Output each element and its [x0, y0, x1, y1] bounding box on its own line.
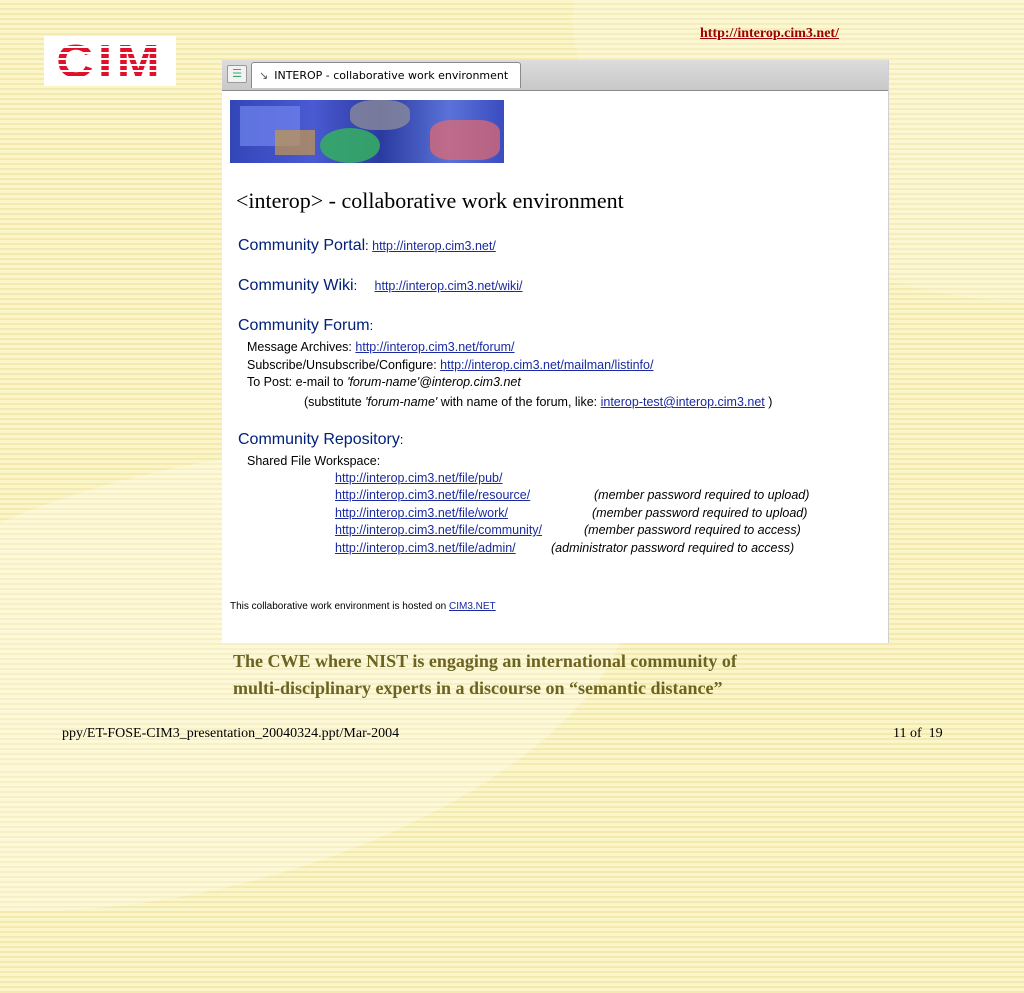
file-row: http://interop.cim3.net/file/admin/ (adm…: [335, 541, 794, 555]
forum-heading-row: Community Forum:: [238, 317, 374, 334]
forum-example-link[interactable]: interop-test@interop.cim3.net: [601, 395, 765, 409]
file-link[interactable]: http://interop.cim3.net/file/admin/: [335, 541, 516, 555]
page-icon[interactable]: ☰: [227, 65, 247, 83]
file-note: (member password required to access): [584, 523, 801, 537]
file-row: http://interop.cim3.net/file/work/ (memb…: [335, 506, 807, 520]
cim3-link[interactable]: CIM3.NET: [449, 601, 496, 612]
logo-text: CIM: [56, 36, 164, 86]
portal-heading: Community Portal: [238, 237, 366, 254]
slide-caption: The CWE where NIST is engaging an intern…: [233, 648, 893, 702]
forum-substitute-row: (substitute 'forum-name' with name of th…: [304, 395, 773, 409]
site-banner-image: [230, 100, 504, 163]
wiki-row: Community Wiki: http://interop.cim3.net/…: [238, 277, 523, 294]
browser-window: ☰ ↘ INTEROP - collaborative work environ…: [222, 60, 889, 643]
file-note: (member password required to upload): [592, 506, 808, 520]
portal-row: Community Portal: http://interop.cim3.ne…: [238, 237, 496, 254]
file-link[interactable]: http://interop.cim3.net/file/pub/: [335, 471, 502, 485]
forum-archives-row: Message Archives: http://interop.cim3.ne…: [247, 340, 515, 354]
hosted-notice: This collaborative work environment is h…: [230, 601, 496, 612]
repository-heading: Community Repository: [238, 431, 400, 448]
file-note: (administrator password required to acce…: [551, 541, 795, 555]
top-url-link[interactable]: http://interop.cim3.net/: [700, 26, 839, 42]
forum-subscribe-row: Subscribe/Unsubscribe/Configure: http://…: [247, 358, 654, 372]
forum-post-row: To Post: e-mail to 'forum-name'@interop.…: [247, 375, 521, 389]
repository-heading-row: Community Repository:: [238, 431, 404, 448]
browser-tab[interactable]: ↘ INTEROP - collaborative work environme…: [251, 62, 521, 88]
file-row: http://interop.cim3.net/file/community/ …: [335, 523, 801, 537]
workspace-label: Shared File Workspace:: [247, 454, 381, 468]
portal-link[interactable]: http://interop.cim3.net/: [372, 239, 496, 253]
caption-line: The CWE where NIST is engaging an intern…: [233, 651, 737, 671]
caption-line: multi-disciplinary experts in a discours…: [233, 678, 723, 698]
file-link[interactable]: http://interop.cim3.net/file/work/: [335, 506, 508, 520]
file-link[interactable]: http://interop.cim3.net/file/resource/: [335, 488, 530, 502]
forum-archives-link[interactable]: http://interop.cim3.net/forum/: [355, 340, 514, 354]
slide-footer-file: ppy/ET-FOSE-CIM3_presentation_20040324.p…: [62, 726, 400, 741]
pin-icon: ↘: [259, 69, 269, 82]
wiki-link[interactable]: http://interop.cim3.net/wiki/: [375, 279, 523, 293]
file-row: http://interop.cim3.net/file/resource/ (…: [335, 488, 809, 502]
slide-page-number: 11 of 19: [893, 726, 943, 741]
cim-logo: CIM: [44, 36, 176, 86]
file-row: http://interop.cim3.net/file/pub/: [335, 471, 502, 485]
page-title: <interop> - collaborative work environme…: [236, 188, 624, 213]
forum-subscribe-link[interactable]: http://interop.cim3.net/mailman/listinfo…: [440, 358, 653, 372]
forum-heading: Community Forum: [238, 317, 370, 334]
tab-bar: ☰ ↘ INTEROP - collaborative work environ…: [222, 60, 888, 91]
file-note: (member password required to upload): [594, 488, 810, 502]
tab-title: INTEROP - collaborative work environment: [274, 69, 509, 82]
file-link[interactable]: http://interop.cim3.net/file/community/: [335, 523, 542, 537]
wiki-heading: Community Wiki: [238, 277, 354, 294]
